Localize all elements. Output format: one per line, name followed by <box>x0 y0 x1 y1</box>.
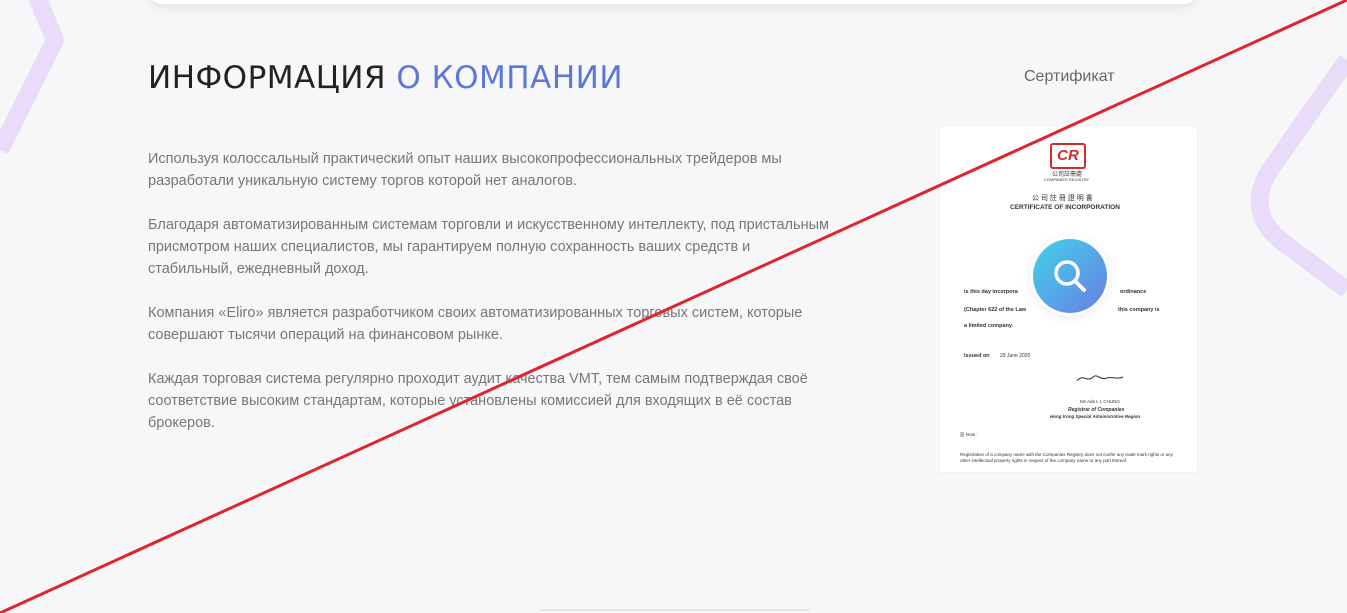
certificate-line-2b: this company is <box>1118 307 1160 313</box>
registry-name-en: COMPANIES REGISTRY <box>1044 177 1090 182</box>
certificate-line-2: (Chapter 622 of the Law <box>964 307 1027 313</box>
signature <box>1076 375 1124 382</box>
issued-label: Issued on <box>964 353 990 359</box>
certificate-label: Сертификат <box>1024 68 1115 85</box>
companies-registry-logo: CR <box>1050 143 1086 169</box>
registrar-name: Ms Ada L L CHUNG <box>1080 399 1120 404</box>
section-heading: ИНФОРМАЦИЯ О КОМПАНИИ <box>148 60 623 96</box>
certificate-line-3: a limited company. <box>964 323 1014 329</box>
magnifier-icon <box>1054 260 1086 292</box>
note-label: 註 Note : <box>960 432 978 437</box>
company-info-text: Используя колоссальный практический опыт… <box>148 148 838 456</box>
zoom-certificate-button[interactable] <box>1030 236 1110 316</box>
note-text: Registration of a company name with the … <box>960 452 1173 463</box>
certificate-line-1: is this day incorpora <box>964 289 1018 295</box>
info-paragraph: Каждая торговая система регулярно проход… <box>148 371 808 431</box>
issued-date: 29 June 2020 <box>1000 353 1031 359</box>
info-paragraph: Благодаря автоматизированным системам то… <box>148 217 829 277</box>
certificate-title-cn: 公 司 註 冊 證 明 書 <box>1032 195 1093 202</box>
info-paragraph: Компания «Eliro» является разработчиком … <box>148 305 803 343</box>
heading-main: ИНФОРМАЦИЯ <box>148 60 387 96</box>
certificate-line-1b: ordinance <box>1120 289 1147 295</box>
top-card-edge <box>148 0 1198 4</box>
certificate-title-en: CERTIFICATE OF INCORPORATION <box>1010 204 1120 211</box>
zoom-button-circle <box>1033 239 1107 313</box>
registrar-title: Registrar of Companies <box>1068 407 1125 413</box>
heading-accent: О КОМПАНИИ <box>396 60 624 96</box>
info-paragraph: Используя колоссальный практический опыт… <box>148 151 782 189</box>
bottom-divider <box>540 609 810 611</box>
registrar-region: Hong Kong Special Administrative Region <box>1050 414 1141 419</box>
